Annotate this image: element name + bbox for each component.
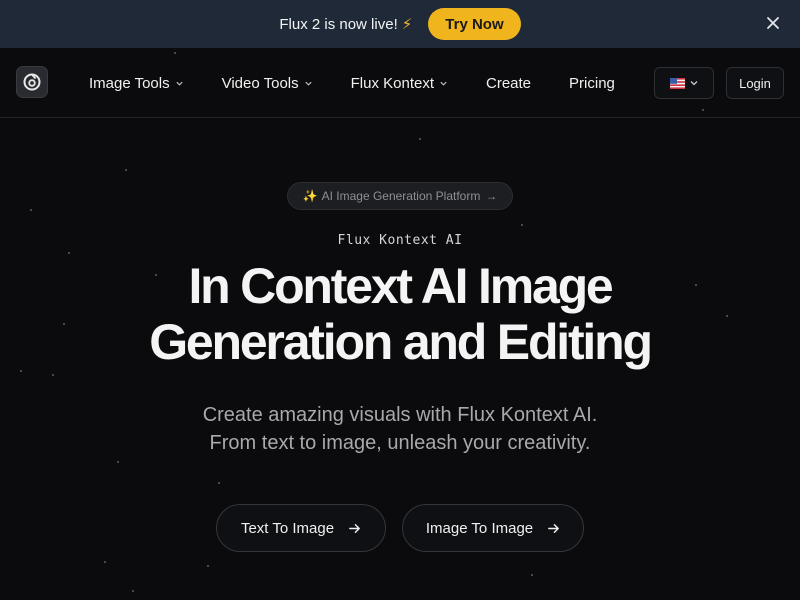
logo-icon[interactable] (16, 66, 48, 98)
chevron-down-icon (690, 81, 697, 86)
chevron-down-icon (175, 81, 183, 86)
arrow-right-icon (349, 523, 360, 533)
cta-label: Text To Image (240, 519, 335, 537)
arrow-right-icon (548, 523, 560, 533)
try-now-button[interactable]: Try Now (428, 8, 521, 40)
nav-item-label: Flux Kontext (350, 74, 434, 92)
subtext-line-2: From text to image, unleash your creativ… (209, 432, 591, 454)
banner-message: Flux 2 is now live! (279, 16, 398, 33)
banner-text: Flux 2 is now live! ⚡ (279, 15, 412, 33)
nav-item-video-tools[interactable]: Video Tools (222, 75, 313, 92)
announcement-banner: Flux 2 is now live! ⚡ Try Now (0, 0, 800, 48)
nav-item-label: Image Tools (89, 74, 170, 92)
chevron-down-icon (305, 81, 312, 86)
sparkles-icon: ✨ (302, 189, 318, 203)
nav-item-pricing[interactable]: Pricing (569, 75, 615, 92)
arrow-right-icon: → (485, 189, 498, 203)
page: Flux 2 is now live! ⚡ Try Now Image Tools… (0, 0, 800, 600)
nav-item-flux-kontext[interactable]: Flux Kontext (351, 75, 448, 92)
nav-item-create[interactable]: Create (486, 75, 531, 92)
subtext-line-1: Create amazing visuals with Flux Kontext… (202, 404, 598, 426)
nav-menu: Image Tools Video Tools Flux Kontext Cre… (89, 48, 653, 118)
main-navigation: Image Tools Video Tools Flux Kontext Cre… (0, 48, 800, 118)
nav-item-image-tools[interactable]: Image Tools (89, 75, 184, 92)
headline-line-2: Generation and Editing (149, 314, 653, 370)
platform-badge[interactable]: ✨ AI Image Generation Platform → (287, 182, 513, 210)
us-flag-icon (669, 77, 685, 89)
chevron-down-icon (440, 81, 447, 86)
nav-item-label: Pricing (569, 74, 615, 92)
close-icon[interactable] (764, 14, 782, 32)
nav-item-label: Video Tools (221, 74, 299, 92)
login-button[interactable]: Login (726, 67, 784, 99)
nav-item-label: Create (486, 74, 532, 92)
hero-eyebrow: Flux Kontext AI (337, 233, 463, 248)
lightning-icon: ⚡ (401, 16, 413, 33)
hero-subtext: Create amazing visuals with Flux Kontext… (0, 401, 800, 457)
text-to-image-button[interactable]: Text To Image (216, 504, 386, 552)
language-selector[interactable] (654, 67, 714, 99)
image-to-image-button[interactable]: Image To Image (402, 504, 584, 552)
hero-headline: In Context AI Image Generation and Editi… (0, 258, 800, 370)
cta-label: Image To Image (425, 519, 534, 537)
headline-line-1: In Context AI Image (188, 258, 613, 314)
badge-text: AI Image Generation Platform (321, 189, 481, 203)
